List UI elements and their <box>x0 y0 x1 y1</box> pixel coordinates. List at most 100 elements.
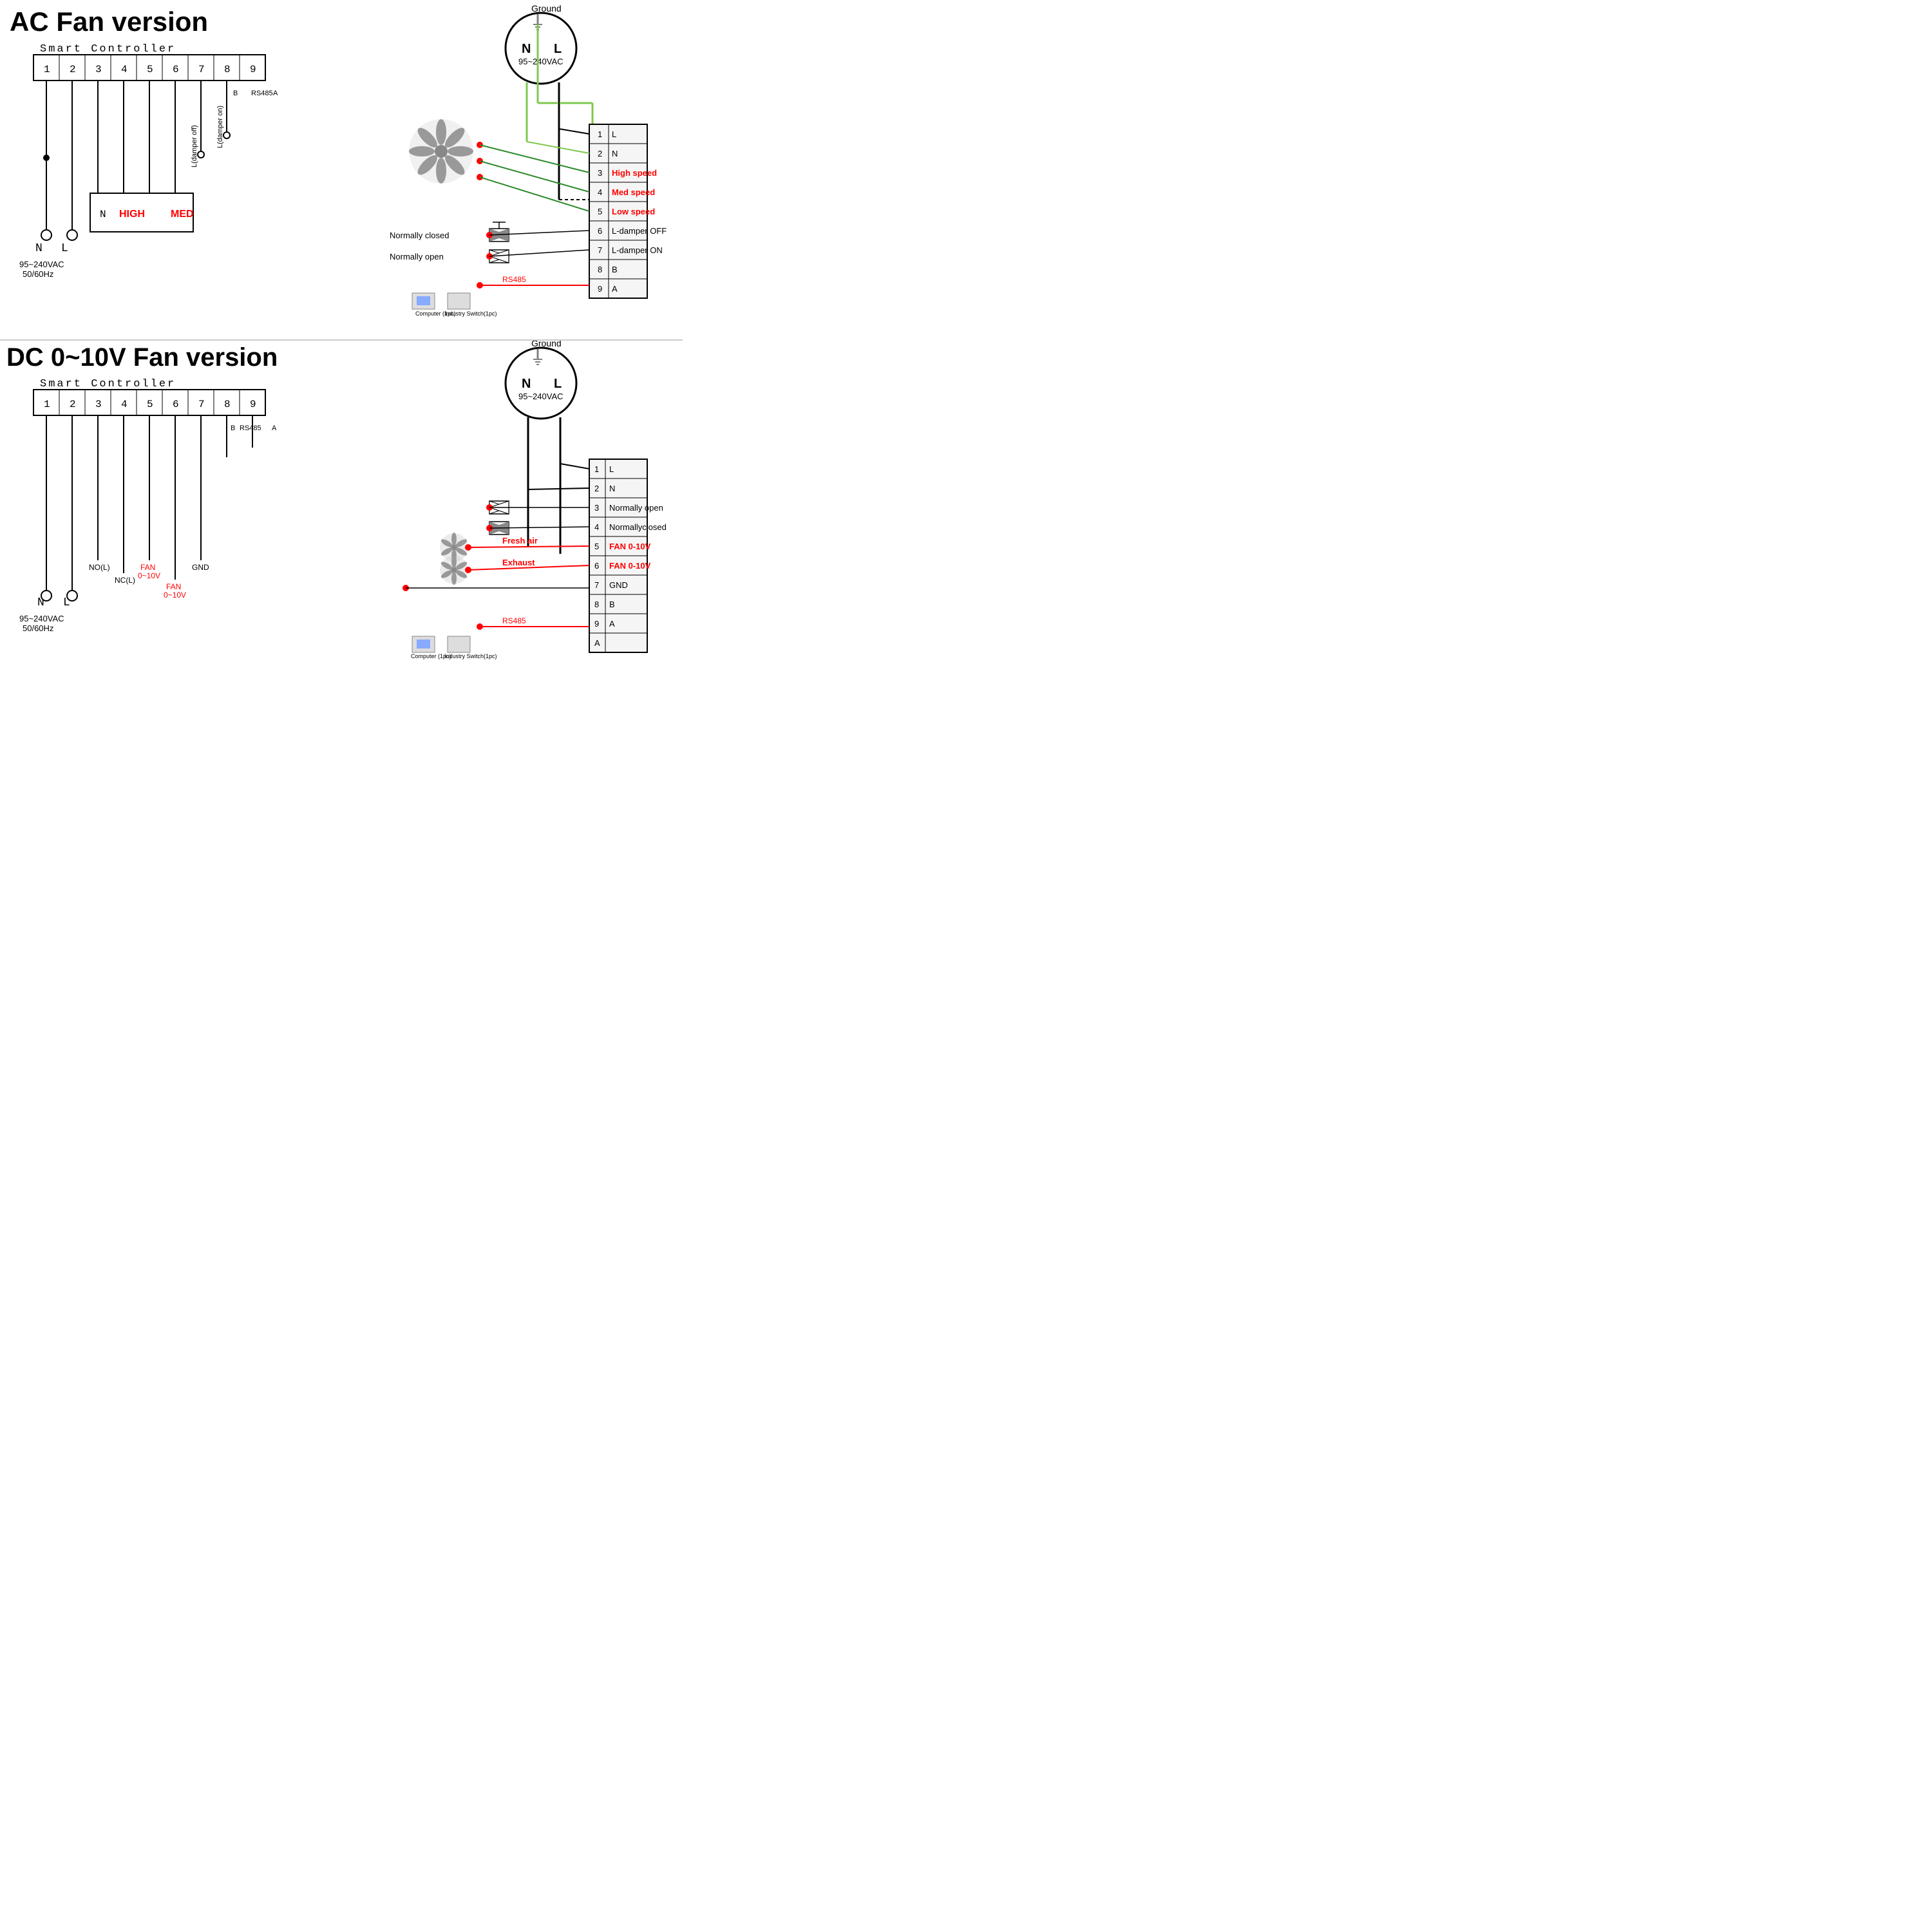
svg-text:9: 9 <box>250 64 256 75</box>
svg-text:4: 4 <box>594 522 599 532</box>
ac-right-diagram: Ground N L 95~240VAC 1 2 3 <box>341 0 676 341</box>
svg-text:9: 9 <box>250 399 256 410</box>
svg-text:L(damper on): L(damper on) <box>216 106 224 148</box>
svg-text:3: 3 <box>594 503 599 513</box>
svg-text:Industry Switch(1pc): Industry Switch(1pc) <box>444 310 497 317</box>
divider <box>0 339 683 341</box>
svg-text:Normally open: Normally open <box>390 252 444 261</box>
svg-text:L: L <box>554 42 562 56</box>
svg-text:1: 1 <box>598 129 602 139</box>
svg-text:5: 5 <box>147 64 153 75</box>
svg-text:8: 8 <box>224 64 231 75</box>
svg-text:N: N <box>522 42 531 56</box>
svg-text:A: A <box>273 90 278 97</box>
ac-left-diagram: AC Fan version Smart Controller 1 2 3 4 … <box>0 0 322 335</box>
svg-text:N: N <box>100 209 106 220</box>
svg-text:N: N <box>522 377 531 391</box>
svg-text:3: 3 <box>95 64 102 75</box>
svg-text:3: 3 <box>95 399 102 410</box>
svg-text:NO(L): NO(L) <box>89 563 110 572</box>
svg-text:N: N <box>35 242 43 255</box>
svg-text:6: 6 <box>598 226 602 236</box>
svg-text:B: B <box>612 265 618 274</box>
svg-text:95~240VAC: 95~240VAC <box>518 57 564 66</box>
svg-text:L: L <box>554 377 562 391</box>
svg-text:MED: MED <box>171 209 194 220</box>
svg-text:AC Fan version: AC Fan version <box>10 6 208 37</box>
svg-text:0~10V: 0~10V <box>138 571 160 580</box>
svg-text:0~10V: 0~10V <box>164 591 186 600</box>
svg-text:4: 4 <box>121 399 128 410</box>
svg-text:RS485: RS485 <box>502 275 526 284</box>
svg-text:Low speed: Low speed <box>612 207 655 216</box>
svg-text:1: 1 <box>594 464 599 474</box>
svg-text:8: 8 <box>594 600 599 609</box>
svg-text:L: L <box>61 242 68 255</box>
svg-text:A: A <box>612 284 618 294</box>
svg-text:95~240VAC: 95~240VAC <box>19 614 64 623</box>
svg-text:B: B <box>609 600 615 609</box>
svg-text:FAN: FAN <box>140 563 155 572</box>
dc-left-diagram: DC 0~10V Fan version Smart Controller 1 … <box>0 335 322 670</box>
svg-text:8: 8 <box>598 265 602 274</box>
svg-text:L: L <box>612 129 616 139</box>
svg-text:GND: GND <box>192 563 209 572</box>
svg-text:50/60Hz: 50/60Hz <box>23 623 53 633</box>
svg-text:Fresh air: Fresh air <box>502 536 538 545</box>
svg-text:5: 5 <box>598 207 602 216</box>
svg-text:B: B <box>231 424 235 432</box>
svg-text:5: 5 <box>594 542 599 551</box>
svg-text:3: 3 <box>598 168 602 178</box>
svg-text:L-damper ON: L-damper ON <box>612 245 663 255</box>
svg-text:Smart Controller: Smart Controller <box>40 378 176 390</box>
svg-text:N: N <box>609 484 615 493</box>
svg-text:FAN 0-10V: FAN 0-10V <box>609 542 651 551</box>
svg-text:7: 7 <box>594 580 599 590</box>
svg-text:1: 1 <box>44 64 50 75</box>
svg-text:L: L <box>609 464 614 474</box>
svg-text:N: N <box>612 149 618 158</box>
svg-text:Normally closed: Normally closed <box>390 231 449 240</box>
svg-text:2: 2 <box>598 149 602 158</box>
svg-text:2: 2 <box>594 484 599 493</box>
svg-text:Smart Controller: Smart Controller <box>40 43 176 55</box>
svg-text:A: A <box>609 619 615 629</box>
svg-text:Industry Switch(1pc): Industry Switch(1pc) <box>444 653 497 659</box>
svg-text:High speed: High speed <box>612 168 657 178</box>
svg-text:Med speed: Med speed <box>612 187 655 197</box>
svg-text:95~240VAC: 95~240VAC <box>19 260 64 269</box>
svg-text:Normallyclosed: Normallyclosed <box>609 522 667 532</box>
svg-text:RS485: RS485 <box>502 616 526 625</box>
svg-text:FAN: FAN <box>166 582 181 591</box>
svg-text:7: 7 <box>598 245 602 255</box>
svg-text:9: 9 <box>598 284 602 294</box>
svg-text:RS485: RS485 <box>251 90 273 97</box>
svg-text:2: 2 <box>70 399 76 410</box>
svg-text:FAN 0-10V: FAN 0-10V <box>609 561 651 571</box>
svg-text:8: 8 <box>224 399 231 410</box>
svg-text:A: A <box>272 424 277 432</box>
svg-text:HIGH: HIGH <box>119 209 145 220</box>
svg-text:7: 7 <box>198 399 205 410</box>
dc-right-diagram: Ground N L 95~240VAC 1 2 3 4 5 6 <box>341 335 676 676</box>
svg-text:5: 5 <box>147 399 153 410</box>
svg-text:6: 6 <box>594 561 599 571</box>
svg-text:L(damper off): L(damper off) <box>191 125 198 167</box>
page: AC Fan version Smart Controller 1 2 3 4 … <box>0 0 683 683</box>
svg-text:50/60Hz: 50/60Hz <box>23 269 53 279</box>
svg-text:95~240VAC: 95~240VAC <box>518 392 564 401</box>
svg-text:2: 2 <box>70 64 76 75</box>
svg-text:1: 1 <box>44 399 50 410</box>
svg-text:4: 4 <box>598 187 602 197</box>
svg-text:Ground: Ground <box>531 3 562 14</box>
svg-text:4: 4 <box>121 64 128 75</box>
svg-text:B: B <box>233 90 238 97</box>
svg-text:Exhaust: Exhaust <box>502 558 535 567</box>
svg-text:6: 6 <box>173 64 179 75</box>
svg-text:Normally open: Normally open <box>609 503 663 513</box>
svg-text:RS485: RS485 <box>240 424 261 432</box>
svg-text:9: 9 <box>594 619 599 629</box>
svg-text:DC 0~10V Fan version: DC 0~10V Fan version <box>6 343 278 372</box>
svg-text:6: 6 <box>173 399 179 410</box>
svg-text:NC(L): NC(L) <box>115 576 135 585</box>
